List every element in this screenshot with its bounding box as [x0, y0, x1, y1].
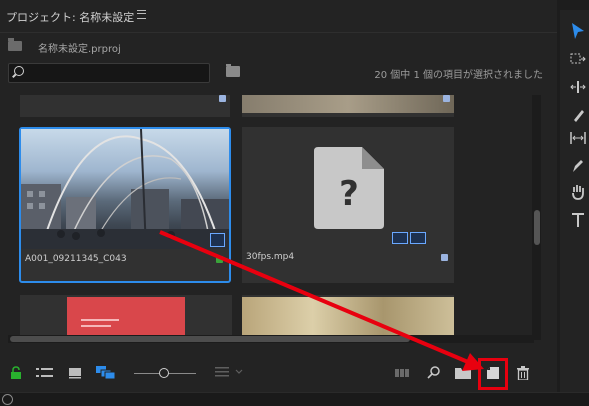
- video-icon: [392, 232, 408, 244]
- slip-tool-icon[interactable]: [570, 132, 586, 144]
- track-select-tool-icon[interactable]: [570, 53, 586, 67]
- ripple-edit-tool-icon[interactable]: [570, 80, 586, 94]
- clip-thumbnail: [242, 95, 454, 113]
- street-scene-illustration: [21, 129, 229, 249]
- audio-icon: [410, 232, 426, 244]
- label-badge: [219, 95, 226, 102]
- search-icon: [14, 66, 24, 76]
- icon-view-icon[interactable]: [68, 367, 82, 379]
- zoom-slider-handle[interactable]: [159, 368, 169, 378]
- bin-icon-grid: A001_09211345_C043 ? 30fps.mp4: [8, 95, 534, 340]
- panel-tab-bar: プロジェクト: 名称未設定: [0, 0, 557, 33]
- clip-thumbnail: [67, 297, 185, 340]
- list-view-icon[interactable]: [36, 367, 54, 379]
- razor-tool-icon[interactable]: [571, 106, 585, 122]
- project-file-name: 名称未設定.prproj: [38, 44, 121, 55]
- selection-status: 20 個中 1 個の項目が選択されました: [374, 70, 543, 81]
- status-bar: [0, 392, 589, 406]
- clip-thumbnail: [21, 129, 229, 249]
- search-input[interactable]: [8, 63, 210, 83]
- label-badge: [441, 254, 448, 261]
- label-badge: [443, 95, 450, 102]
- project-file-row: 名称未設定.prproj: [0, 36, 557, 56]
- folder-icon: [8, 38, 22, 51]
- label-badge: [216, 256, 223, 263]
- project-panel: プロジェクト: 名称未設定 名称未設定.prproj 20 個中 1 個の項目が…: [0, 0, 557, 392]
- selection-tool-icon[interactable]: [571, 22, 585, 40]
- clip-thumbnail: [242, 297, 454, 340]
- new-bin-icon[interactable]: [455, 366, 471, 379]
- menu-icon[interactable]: [137, 10, 146, 19]
- tools-panel: [560, 10, 589, 392]
- missing-file-icon: ?: [314, 147, 384, 229]
- clip-name: A001_09211345_C043: [25, 254, 127, 264]
- trash-icon[interactable]: [517, 366, 529, 380]
- clip-tile-selected[interactable]: A001_09211345_C043: [19, 127, 231, 283]
- type-tool-icon[interactable]: [571, 212, 585, 228]
- clip-tile[interactable]: [20, 295, 232, 340]
- video-audio-icon: [210, 233, 225, 247]
- find-icon[interactable]: [427, 366, 441, 380]
- status-icon: [2, 394, 13, 405]
- bottom-toolbar: [0, 356, 557, 392]
- bin-search-icon[interactable]: [226, 64, 240, 77]
- panel-title[interactable]: プロジェクト: 名称未設定: [6, 9, 134, 25]
- clip-tile[interactable]: ? 30fps.mp4: [242, 127, 454, 283]
- horizontal-scroll-thumb[interactable]: [10, 336, 410, 342]
- sort-icon[interactable]: [215, 366, 245, 378]
- vertical-scroll-thumb[interactable]: [534, 210, 540, 245]
- clip-name: 30fps.mp4: [246, 252, 295, 262]
- pen-tool-icon[interactable]: [571, 158, 585, 174]
- lock-icon[interactable]: [10, 366, 22, 380]
- hand-tool-icon[interactable]: [571, 184, 585, 200]
- svg-text:?: ?: [339, 174, 359, 214]
- freeform-view-icon[interactable]: [96, 366, 116, 380]
- clip-tile[interactable]: [20, 95, 230, 117]
- clip-tile[interactable]: [242, 95, 454, 117]
- clip-tile[interactable]: [242, 295, 454, 340]
- automate-icon[interactable]: [395, 368, 411, 378]
- new-item-icon[interactable]: [487, 367, 499, 379]
